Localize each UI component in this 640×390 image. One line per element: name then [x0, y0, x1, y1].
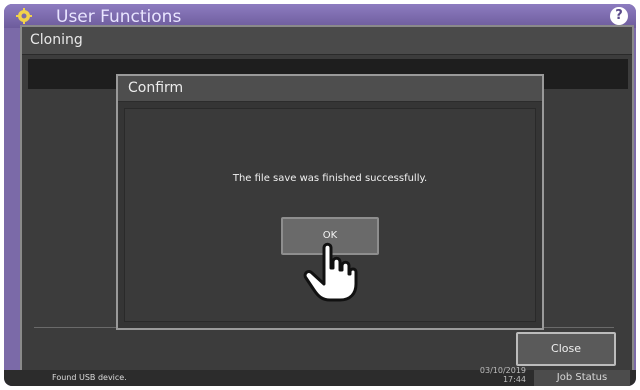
status-bar: Found USB device. 03/10/2019 17:44 Job S… [4, 366, 636, 386]
panel-header: Cloning [22, 27, 632, 55]
dialog-title: Confirm [128, 80, 184, 96]
job-status-button[interactable]: Job Status [534, 370, 630, 386]
pointer-hand-icon [303, 242, 358, 302]
status-date: 03/10/2019 [479, 366, 526, 375]
panel-title: Cloning [30, 32, 83, 48]
dialog-header: Confirm [118, 76, 542, 102]
device-screen: User Functions ? Cloning Close Confirm T… [4, 4, 636, 386]
gear-icon [16, 8, 32, 24]
help-icon[interactable]: ? [610, 7, 628, 25]
app-title: User Functions [56, 7, 182, 27]
status-message: Found USB device. [52, 373, 127, 382]
status-time: 17:44 [502, 375, 526, 384]
close-button[interactable]: Close [516, 332, 616, 366]
status-datetime: 03/10/2019 17:44 [474, 366, 526, 384]
dialog-message: The file save was finished successfully. [232, 173, 428, 184]
